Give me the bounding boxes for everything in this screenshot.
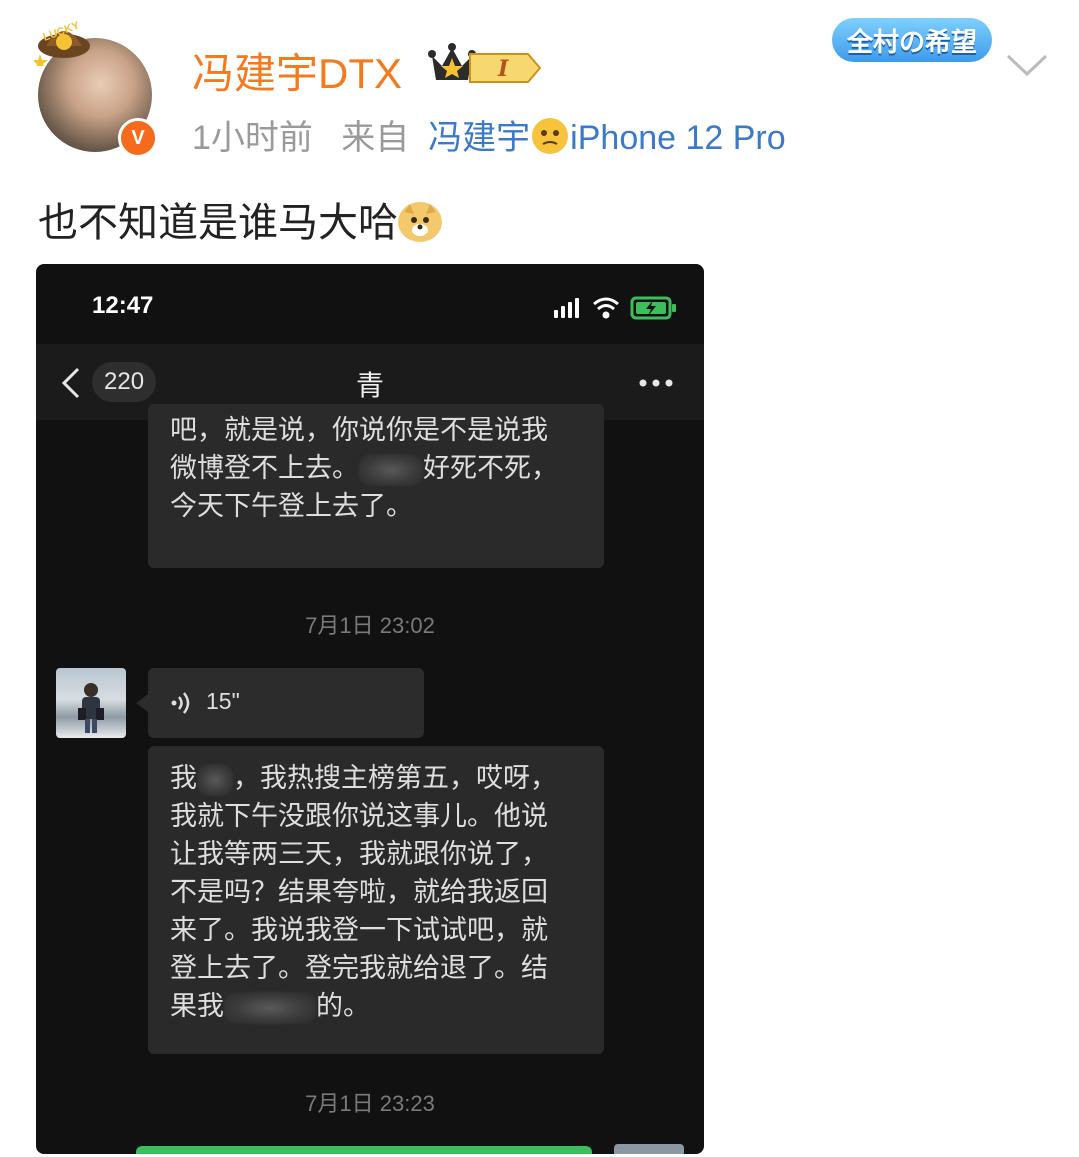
message-fragment: 果我 [170,991,224,1022]
post-meta: 1小时前 来自 冯建宇 iPhone 12 Pro [192,110,786,159]
message-line: 我 ，我热搜主榜第五，哎呀， [170,760,582,798]
voice-duration: 15" [206,688,240,714]
member-level-badge: I [469,53,542,83]
thinking-emoji-icon [532,118,569,154]
chevron-down-icon[interactable] [1004,50,1050,80]
status-bar-icons [554,296,676,320]
more-options-icon[interactable] [638,378,674,388]
message-line: 吧，就是说，你说你是不是说我 [170,415,548,446]
chat-screenshot[interactable]: 12:47 220 青 吧，就是说，你说你是不是说我 微博登不上去。 好死不死， … [36,264,704,1154]
voice-message[interactable]: 15" [136,668,424,738]
from-label: 来自 [341,119,410,157]
signal-icon [554,298,579,318]
redacted-blur [224,991,316,1024]
verified-badge: V [118,118,158,158]
message-fragment: 好死不死， [423,453,558,484]
message-fragment: ，我热搜主榜第五，哎呀， [233,763,557,794]
status-time: 12:47 [92,292,154,319]
user-avatar[interactable]: LUCKY V [34,19,158,158]
message-bubble-2[interactable]: 我 ，我热搜主榜第五，哎呀， 我就下午没跟你说这事儿。他说 让我等两三天，我就跟你… [148,746,604,1054]
timestamp: 7月1日 23:02 [305,613,435,638]
message-line: 不是吗？结果夸啦，就给我返回 [170,877,548,908]
wifi-icon [593,297,619,319]
post-body: 也不知道是谁马大哈 [38,200,398,246]
chat-title: 青 [355,369,384,402]
brand-tag[interactable]: 全村の希望 [832,18,992,62]
source-link[interactable]: 冯建宇 iPhone 12 Pro [428,118,786,157]
post-text: 也不知道是谁马大哈 [38,190,442,248]
message-fragment: 微博登不上去。 [170,453,359,484]
message-bubble-1[interactable]: 吧，就是说，你说你是不是说我 微博登不上去。 好死不死， 今天下午登上去了。 [148,404,604,568]
voice-wave-icon [171,692,190,714]
doge-emoji-icon [398,202,442,242]
source-device: iPhone 12 Pro [570,119,786,157]
self-avatar[interactable] [614,1144,684,1154]
redacted-blur [197,763,233,796]
message-line: 来了。我说我登一下试试吧，就 [170,915,548,946]
message-line: 登上去了。登完我就给退了。结 [170,953,548,984]
contact-avatar[interactable] [56,668,126,738]
message-line: 让我等两三天，我就跟你说了， [170,839,548,870]
post-time: 1小时前 [192,119,313,157]
message-line: 今天下午登上去了。 [170,491,413,522]
message-fragment: 我 [170,763,197,794]
message-line: 微博登不上去。 好死不死， [170,450,582,488]
outgoing-message-bubble[interactable] [136,1146,592,1154]
message-fragment: 的。 [316,991,370,1022]
battery-charging-icon [630,296,676,320]
timestamp: 7月1日 23:23 [305,1091,435,1116]
redacted-blur [359,453,423,486]
message-line: 果我 的。 [170,988,582,1026]
username[interactable]: 冯建宇DTX [192,40,402,101]
lucky-hat-icon: LUCKY [34,19,90,66]
source-name: 冯建宇 [428,119,531,157]
level-text: I [497,56,509,82]
person-photo-icon [78,683,104,733]
message-line: 我就下午没跟你说这事儿。他说 [170,801,548,832]
